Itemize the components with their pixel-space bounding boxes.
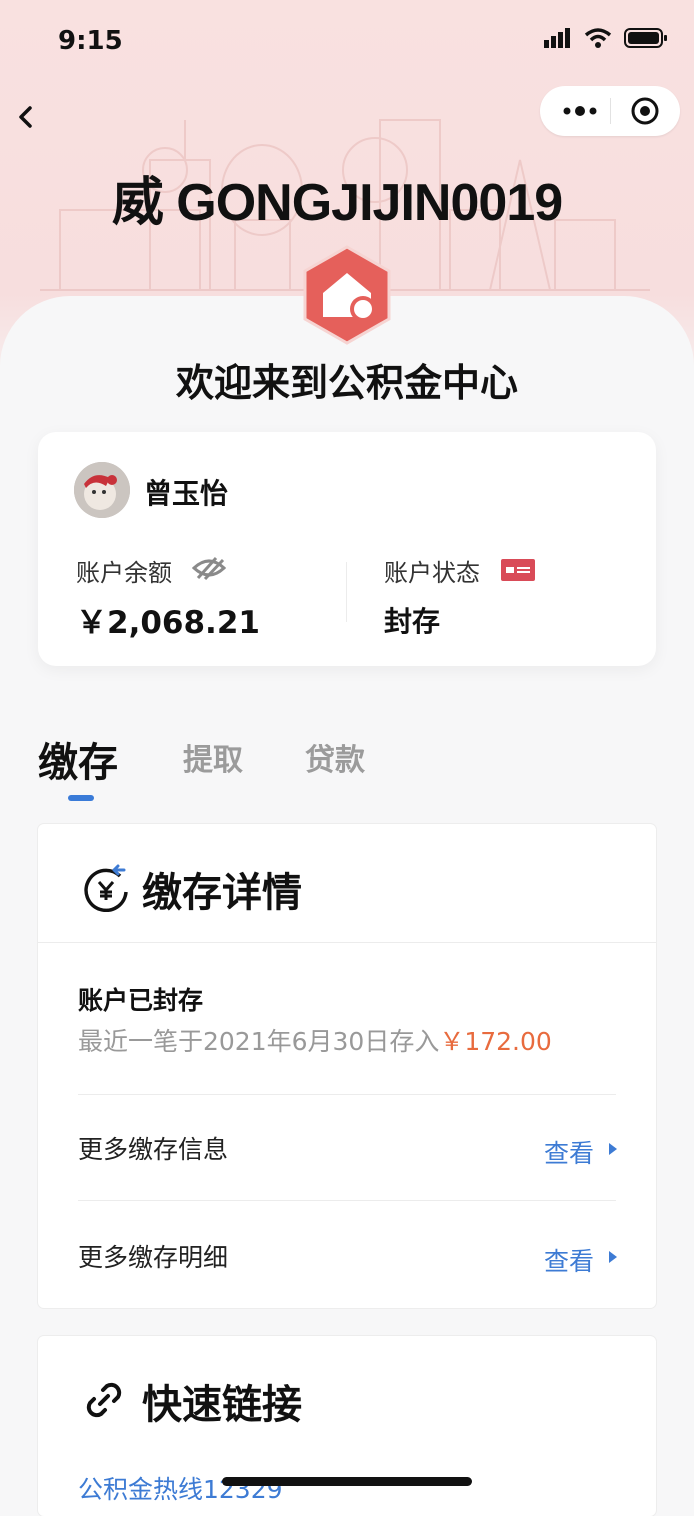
user-name: 曾玉怡 [144,477,229,510]
vertical-divider [346,562,347,622]
more-icon[interactable] [560,100,600,122]
quick-links-card: 快速链接 公积金热线12329 [38,1336,656,1516]
target-icon[interactable] [630,96,660,126]
chevron-right-icon[interactable] [608,1142,618,1156]
account-status-title: 账户已封存 [78,986,204,1015]
eye-off-icon[interactable] [192,556,226,580]
row-divider [78,1094,616,1095]
battery-icon [624,28,667,48]
balance-value: ￥2,068.21 [76,605,260,641]
more-deposit-info-label[interactable]: 更多缴存信息 [78,1130,228,1166]
housing-fund-logo [303,245,391,345]
row-divider [78,1200,616,1201]
link-icon [86,1382,122,1418]
recent-deposit-amount: ￥172.00 [439,1027,552,1056]
more-deposit-detail-label[interactable]: 更多缴存明细 [78,1238,228,1274]
capsule-divider [610,98,611,124]
tab-deposit[interactable]: 缴存 [38,730,118,788]
back-icon[interactable] [14,100,38,134]
watermark-text: 威 GONGJIJIN0019 [111,174,563,232]
chevron-right-icon[interactable] [608,1250,618,1264]
status-value: 封存 [384,605,441,638]
section-divider [38,942,656,943]
home-indicator [222,1477,472,1486]
status-time: 9:15 [58,26,123,56]
recent-deposit-prefix: 最近一笔于2021年6月30日存入 [78,1027,440,1056]
deposit-details-card: 缴存详情 账户已封存 最近一笔于2021年6月30日存入￥172.00 更多缴存… [38,824,656,1308]
id-card-icon [501,559,535,581]
welcome-title: 欢迎来到公积金中心 [175,361,518,405]
hotline-link[interactable]: 公积金热线12329 [78,1470,283,1506]
view-deposit-info-link[interactable]: 查看 [544,1134,594,1170]
view-deposit-detail-link[interactable]: 查看 [544,1242,594,1278]
tab-loan[interactable]: 贷款 [305,735,365,779]
recent-deposit-text: 最近一笔于2021年6月30日存入￥172.00 [78,1022,552,1058]
wifi-icon [584,28,612,48]
status-label: 账户状态 [384,559,480,587]
tab-active-indicator [68,795,94,801]
balance-label: 账户余额 [76,559,172,587]
signal-icon [544,28,570,48]
status-icons [544,27,668,49]
quick-links-title: 快速链接 [142,1382,302,1428]
mini-program-capsule [540,86,680,136]
avatar[interactable] [74,462,130,518]
account-card: 曾玉怡 账户余额 ￥2,068.21 账户状态 封存 [38,432,656,666]
yuan-refresh-icon [84,864,128,912]
deposit-details-title: 缴存详情 [142,870,302,916]
tab-withdraw[interactable]: 提取 [183,735,243,779]
